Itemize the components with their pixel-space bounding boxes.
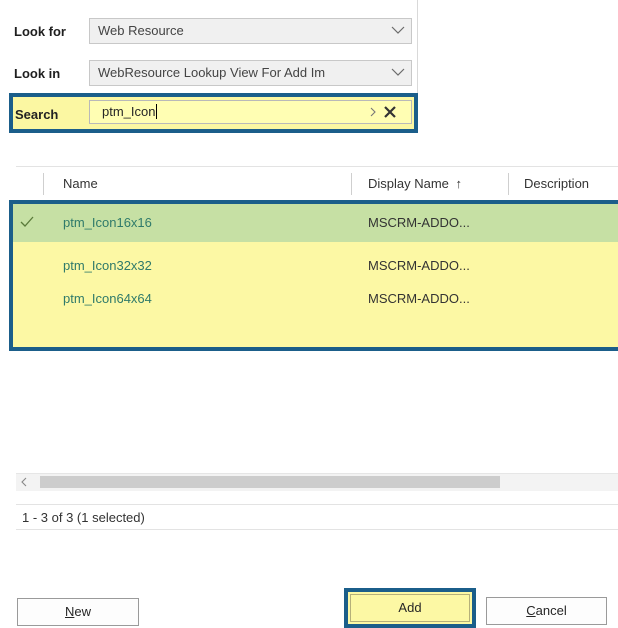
table-row-name[interactable]: ptm_Icon64x64 xyxy=(63,291,152,306)
cancel-mnemonic: C xyxy=(526,603,536,618)
table-row-name[interactable]: ptm_Icon16x16 xyxy=(63,215,152,230)
cancel-label: ancel xyxy=(535,603,567,618)
chevron-right-icon[interactable] xyxy=(368,106,378,118)
selection-status: 1 - 3 of 3 (1 selected) xyxy=(16,504,618,530)
clear-icon[interactable] xyxy=(382,104,398,120)
new-button[interactable]: New xyxy=(17,598,139,626)
add-button[interactable]: Add xyxy=(350,594,470,622)
look-for-value: Web Resource xyxy=(98,23,184,38)
column-separator xyxy=(351,173,352,195)
search-value: ptm_Icon xyxy=(102,104,156,119)
chevron-down-icon[interactable] xyxy=(391,65,405,79)
column-header-description[interactable]: Description xyxy=(524,176,589,191)
cancel-button[interactable]: Cancel xyxy=(486,597,607,625)
new-mnemonic: N xyxy=(64,604,75,619)
search-label: Search xyxy=(15,107,59,122)
look-in-label: Look in xyxy=(14,66,61,81)
look-for-label: Look for xyxy=(14,24,66,39)
table-row-display-name: MSCRM-ADDO... xyxy=(368,291,470,306)
column-separator xyxy=(508,173,509,195)
table-row-display-name: MSCRM-ADDO... xyxy=(368,258,470,273)
scrollbar-thumb[interactable] xyxy=(40,476,500,488)
column-header-display-name[interactable]: Display Name ↑ xyxy=(368,176,462,191)
scroll-left-icon[interactable] xyxy=(20,477,28,487)
look-for-select[interactable]: Web Resource xyxy=(89,18,412,44)
search-input[interactable]: ptm_Icon xyxy=(89,100,412,124)
sort-asc-icon: ↑ xyxy=(455,176,463,191)
chevron-down-icon[interactable] xyxy=(391,23,405,37)
look-in-value: WebResource Lookup View For Add Im xyxy=(98,65,326,80)
table-row-name[interactable]: ptm_Icon32x32 xyxy=(63,258,152,273)
column-header-name[interactable]: Name xyxy=(63,176,98,191)
checkmark-icon[interactable] xyxy=(20,215,34,229)
form-divider xyxy=(417,0,418,95)
new-label: ew xyxy=(74,604,91,619)
table-row-display-name: MSCRM-ADDO... xyxy=(368,215,470,230)
column-separator xyxy=(43,173,44,195)
look-in-select[interactable]: WebResource Lookup View For Add Im xyxy=(89,60,412,86)
column-header-display-name-label: Display Name xyxy=(368,176,449,191)
